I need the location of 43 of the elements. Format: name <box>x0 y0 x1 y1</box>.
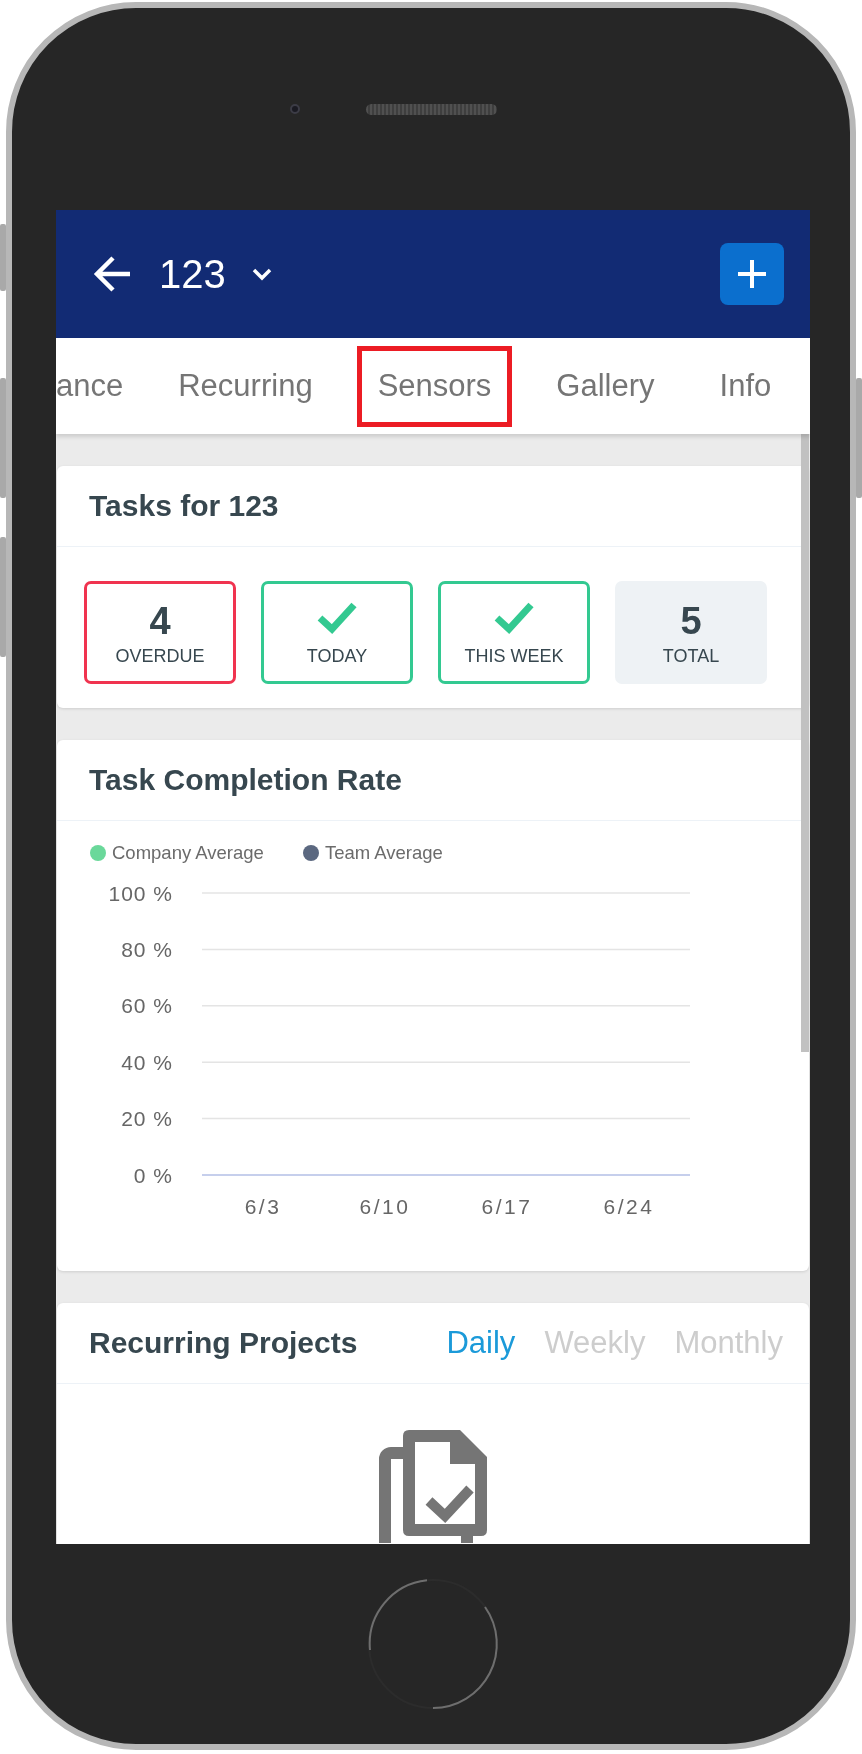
y-axis-label: 20 % <box>121 1107 173 1131</box>
stat-label: TODAY <box>306 646 368 666</box>
stat-value: 5 <box>680 601 702 641</box>
camera-icon <box>290 104 300 114</box>
side-button[interactable] <box>856 378 862 498</box>
period-tab[interactable]: Daily <box>446 1325 516 1361</box>
chevron-down-icon <box>251 267 272 281</box>
check-icon <box>494 601 534 634</box>
card-title: Recurring Projects <box>89 1326 358 1360</box>
side-button[interactable] <box>0 378 6 498</box>
stat-value: 4 <box>149 601 171 641</box>
add-button[interactable] <box>720 243 784 305</box>
y-axis-label: 100 % <box>108 881 173 905</box>
tab[interactable]: Sensors <box>356 345 513 427</box>
y-axis-label: 80 % <box>121 937 173 961</box>
tab[interactable]: Info <box>698 345 793 427</box>
tab[interactable]: Gallery <box>535 345 676 427</box>
stat-label: THIS WEEK <box>464 646 564 666</box>
tab[interactable]: Recurring <box>157 345 334 427</box>
legend-label: Team Average <box>324 842 443 864</box>
x-axis-label: 6/10 <box>359 1195 411 1218</box>
x-axis-label: 6/24 <box>603 1195 655 1218</box>
tab[interactable]: ance <box>56 345 135 427</box>
x-axis-label: 6/17 <box>481 1195 533 1218</box>
scrollbar-thumb[interactable] <box>801 434 809 1052</box>
side-button[interactable] <box>0 537 6 657</box>
y-axis-label: 40 % <box>121 1050 173 1074</box>
card-title: Task Completion Rate <box>89 763 402 797</box>
speaker-grille-icon <box>366 103 497 115</box>
back-button[interactable] <box>92 254 132 294</box>
y-axis-label: 0 % <box>133 1163 173 1187</box>
plus-icon <box>738 260 766 288</box>
check-icon <box>317 601 357 634</box>
stat-label: OVERDUE <box>115 646 205 666</box>
card-title: Tasks for 123 <box>89 489 279 523</box>
title-dropdown[interactable]: 123 <box>159 251 272 297</box>
back-arrow-icon <box>92 254 132 294</box>
x-axis-label: 6/3 <box>244 1195 282 1218</box>
home-button[interactable] <box>367 1578 499 1710</box>
stat-label: TOTAL <box>662 646 720 666</box>
legend-label: Company Average <box>112 842 264 864</box>
y-axis-label: 60 % <box>121 994 173 1018</box>
side-button[interactable] <box>0 224 6 291</box>
